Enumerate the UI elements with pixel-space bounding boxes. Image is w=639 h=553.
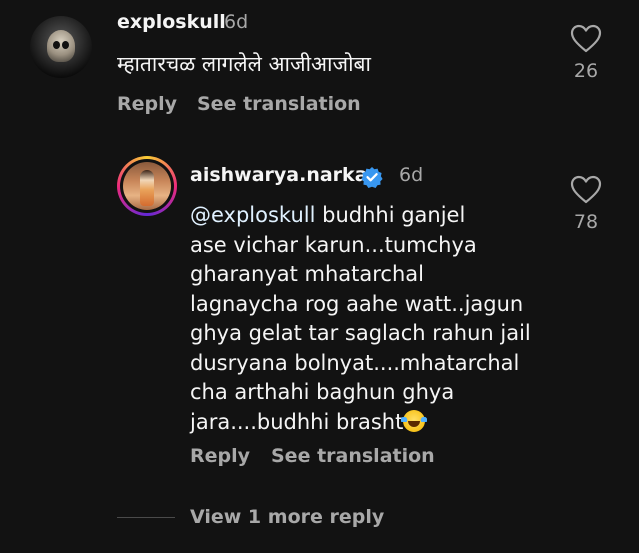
heart-icon[interactable]: [570, 24, 602, 54]
profile-photo: [123, 162, 171, 210]
reply-button[interactable]: Reply: [190, 445, 250, 467]
comment-username[interactable]: exploskull: [117, 11, 226, 33]
like-count: 78: [573, 211, 599, 233]
see-translation-button[interactable]: See translation: [271, 445, 435, 467]
comment-timestamp: 6d: [399, 164, 424, 186]
comment-text: @exploskull budhhi ganjel ase vichar kar…: [190, 201, 570, 437]
like-count: 26: [573, 60, 599, 82]
mention-link[interactable]: @exploskull: [190, 203, 315, 227]
comment-line: @exploskull budhhi ganjel: [190, 201, 570, 231]
reply-button[interactable]: Reply: [117, 93, 177, 115]
comment-line: ghya gelat tar saglach rahun jail: [190, 321, 531, 345]
view-more-replies-button[interactable]: View 1 more reply: [190, 506, 384, 528]
comment-timestamp: 6d: [224, 11, 249, 33]
comment-line: jara....budhhi brasht: [190, 408, 570, 438]
comment-line-text: budhhi ganjel: [315, 203, 466, 227]
comment-username[interactable]: aishwarya.narkar: [190, 164, 377, 186]
replies-divider: [117, 517, 175, 518]
skull-icon: [47, 30, 75, 62]
comment-line: dusryana bolnyat....mhatarchal: [190, 350, 520, 375]
comment-line: cha arthahi baghun ghya: [190, 380, 455, 404]
comment-line-text: jara....budhhi brasht: [190, 409, 404, 434]
avatar-aishwarya-narkar[interactable]: [117, 156, 177, 216]
verified-badge-icon: [361, 167, 383, 188]
comment-line: lagnaycha rog aahe watt..jagun: [190, 291, 524, 316]
comment-line: ase vichar karun...tumchya: [190, 232, 477, 257]
avatar-exploskull[interactable]: [30, 16, 92, 78]
see-translation-button[interactable]: See translation: [197, 93, 361, 115]
comment-text: म्हातारचळ लागलेले आजीआजोबा: [117, 52, 371, 76]
heart-icon[interactable]: [570, 175, 602, 205]
laughing-emoji-icon: [401, 409, 428, 432]
comment-line: gharanyat mhatarchal: [190, 262, 424, 286]
